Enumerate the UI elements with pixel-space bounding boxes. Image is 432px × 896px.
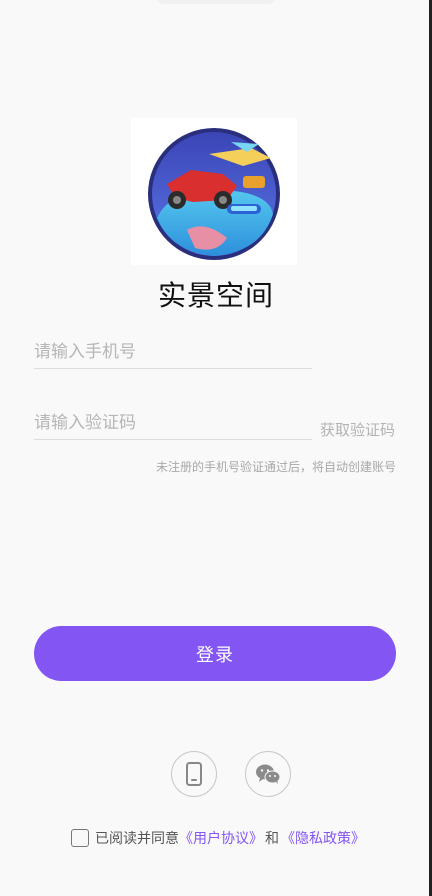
verification-code-input[interactable] xyxy=(34,407,312,439)
wechat-icon xyxy=(256,764,281,784)
agreement-row: 已阅读并同意 《用户协议》 和 《隐私政策》 xyxy=(71,828,365,848)
agreement-and: 和 xyxy=(265,831,279,847)
get-code-button[interactable]: 获取验证码 xyxy=(320,419,395,440)
app-title: 实景空间 xyxy=(157,279,274,312)
registration-hint: 未注册的手机号验证通过后，将自动创建账号 xyxy=(155,460,396,474)
user-agreement-link[interactable]: 《用户协议》 xyxy=(179,828,263,848)
phone-icon xyxy=(186,762,202,786)
phone-field[interactable] xyxy=(34,336,312,369)
login-button[interactable]: 登录 xyxy=(34,626,396,681)
phone-login-button[interactable] xyxy=(171,751,217,797)
verification-code-field[interactable] xyxy=(34,407,312,440)
agreement-checkbox[interactable] xyxy=(71,829,89,847)
phone-input[interactable] xyxy=(34,336,312,368)
top-notch xyxy=(155,0,277,4)
privacy-policy-link[interactable]: 《隐私政策》 xyxy=(281,828,365,848)
app-logo xyxy=(131,118,297,265)
agreement-prefix: 已阅读并同意 xyxy=(95,831,179,847)
wechat-login-button[interactable] xyxy=(245,751,291,797)
